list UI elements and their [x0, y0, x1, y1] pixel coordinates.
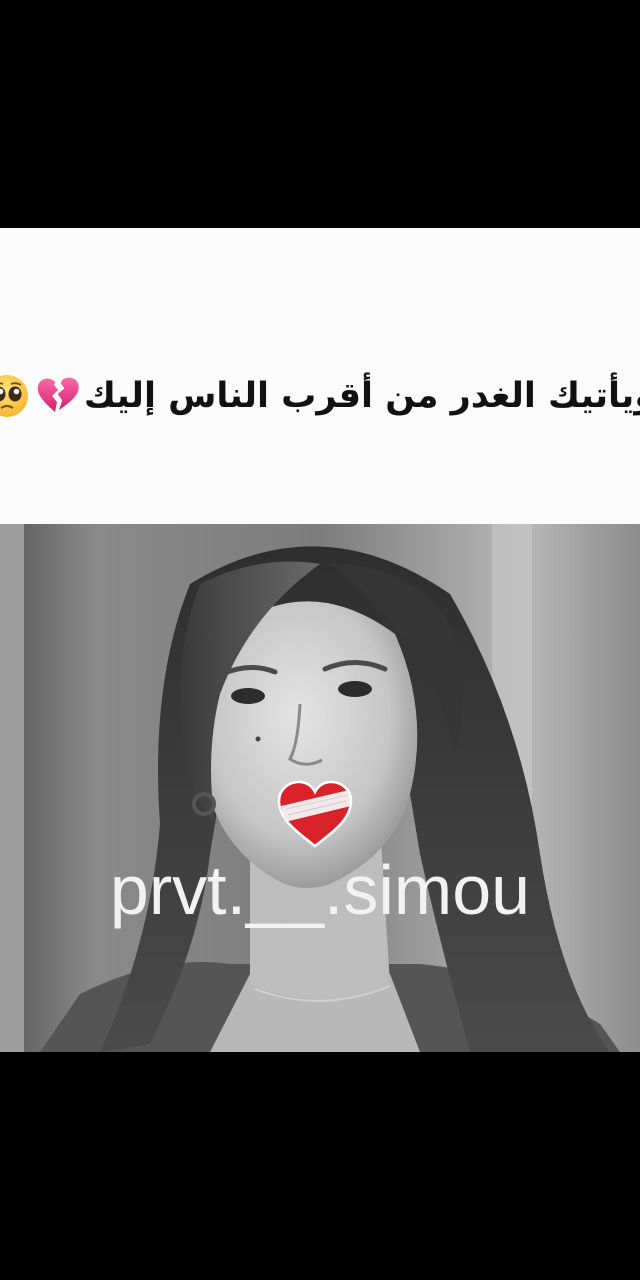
caption-text: ويأتيك الغدر من أقرب الناس إليك [83, 376, 640, 416]
bottom-letterbox [0, 1052, 640, 1280]
caption-panel: ويأتيك الغدر من أقرب الناس إليك [0, 228, 640, 524]
pleading-face-icon [0, 375, 28, 417]
watermark-username: prvt.__.simou [109, 851, 531, 929]
caption: ويأتيك الغدر من أقرب الناس إليك [0, 366, 640, 426]
video-frame[interactable]: ويأتيك الغدر من أقرب الناس إليك prvt.__.… [0, 0, 640, 1280]
video-content[interactable]: prvt.__.simou [0, 524, 640, 1052]
top-letterbox [0, 0, 640, 228]
bandaged-heart-icon [277, 780, 353, 848]
broken-heart-icon [37, 377, 79, 412]
